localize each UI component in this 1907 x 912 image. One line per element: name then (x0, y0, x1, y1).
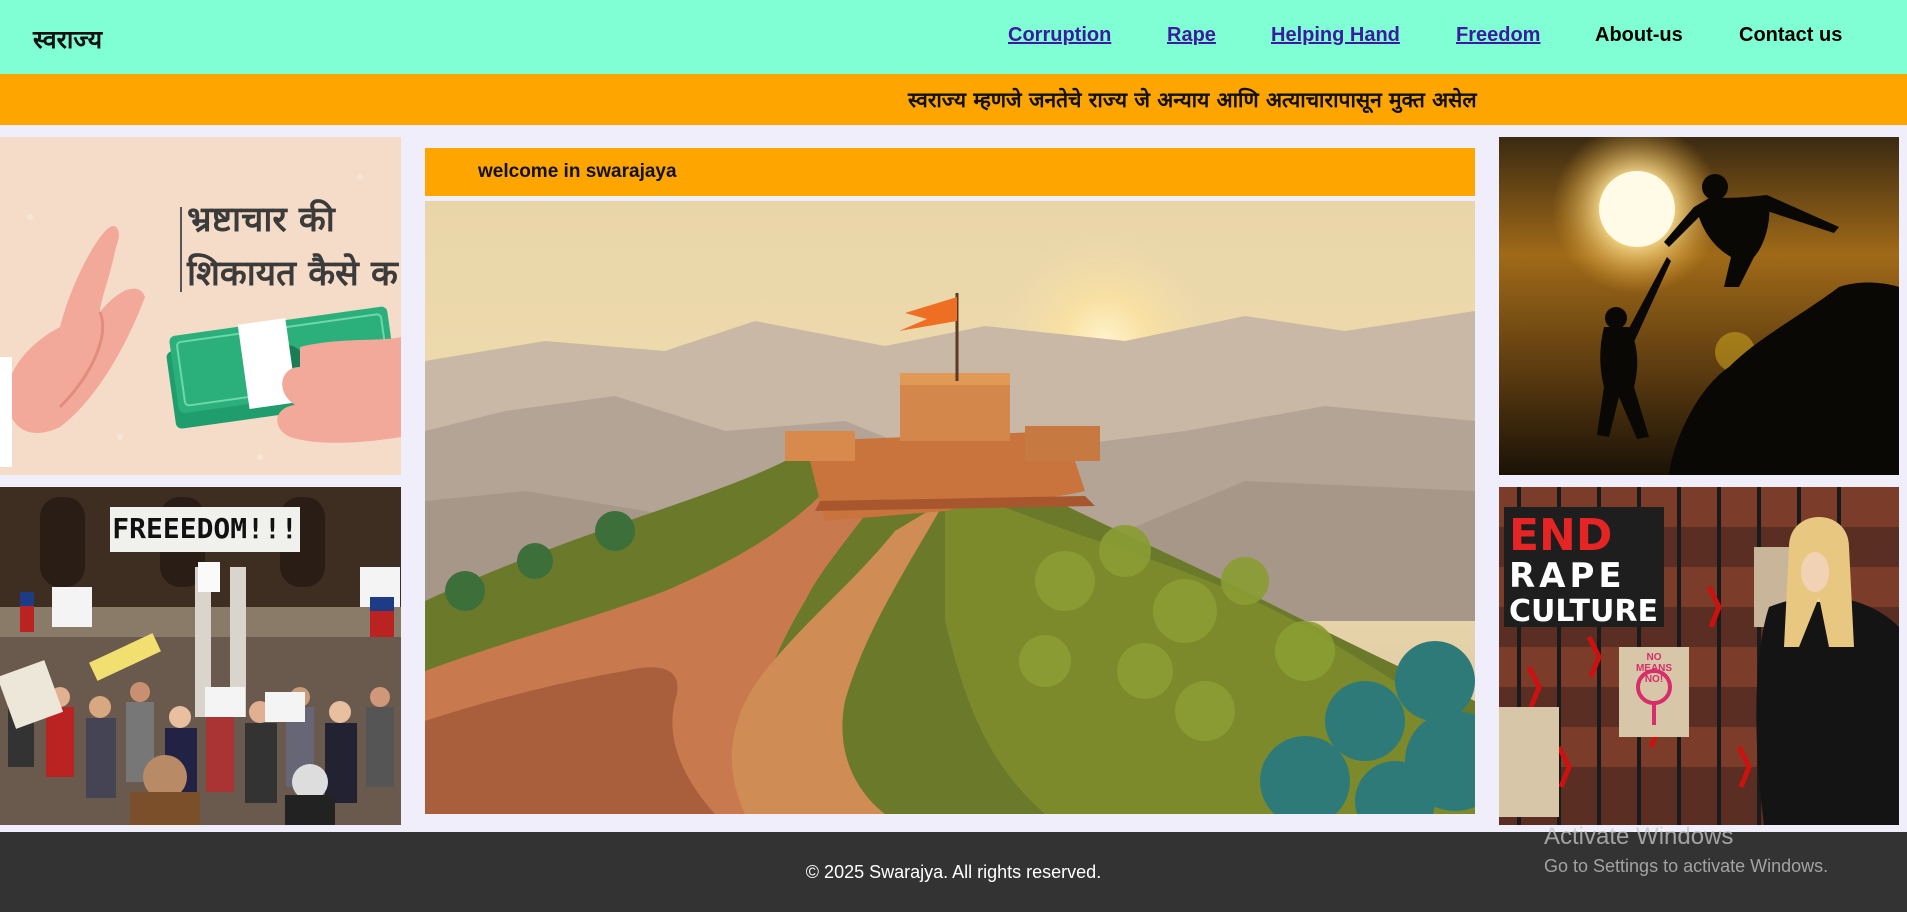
brand-logo[interactable]: स्वराज्य (33, 22, 102, 56)
corruption-image: भ्रष्टाचार की शिकायत कैसे क (0, 137, 401, 475)
activate-windows-subtitle: Go to Settings to activate Windows. (1544, 856, 1829, 876)
nav-link-corruption[interactable]: Corruption (1008, 24, 1111, 47)
welcome-banner: welcome in swarajaya (425, 148, 1475, 196)
rape-sign-line3: CULTURE (1509, 594, 1658, 629)
no-means-no-line2: MEANS (1635, 663, 1673, 674)
no-means-no-line1: NO (1646, 652, 1662, 663)
welcome-text: welcome in swarajaya (478, 161, 677, 182)
nav-link-rape[interactable]: Rape (1167, 24, 1216, 47)
nav-link-freedom[interactable]: Freedom (1456, 24, 1540, 47)
nav-link-about-us[interactable]: About-us (1595, 24, 1683, 47)
activate-windows-title: Activate Windows (1544, 823, 1734, 850)
nav-link-helping-hand[interactable]: Helping Hand (1271, 24, 1400, 47)
nav-link-contact-us[interactable]: Contact us (1739, 24, 1842, 47)
helping-hand-image (1499, 137, 1899, 475)
navbar: स्वराज्य Corruption Rape Helping Hand Fr… (0, 0, 1907, 74)
fort-illustration (425, 201, 1475, 814)
no-means-no-line3: NO! (1644, 674, 1664, 685)
end-rape-culture-image: END RAPE CULTURE NO MEANS NO! (1499, 487, 1899, 825)
rape-sign-line1: END (1509, 510, 1613, 561)
marquee-banner: स्वराज्य म्हणजे जनतेचे राज्य जे अन्याय आ… (0, 74, 1907, 125)
freedom-sign: FREEEDOM!!! (112, 512, 298, 545)
corruption-heading-line2: शिकायत कैसे क (187, 254, 398, 294)
marquee-text: स्वराज्य म्हणजे जनतेचे राज्य जे अन्याय आ… (908, 88, 1477, 112)
corruption-heading-line1: भ्रष्टाचार की (187, 200, 335, 240)
rape-sign-line2: RAPE (1509, 556, 1626, 596)
freedom-protest-image: FREEEDOM!!! (0, 487, 401, 825)
